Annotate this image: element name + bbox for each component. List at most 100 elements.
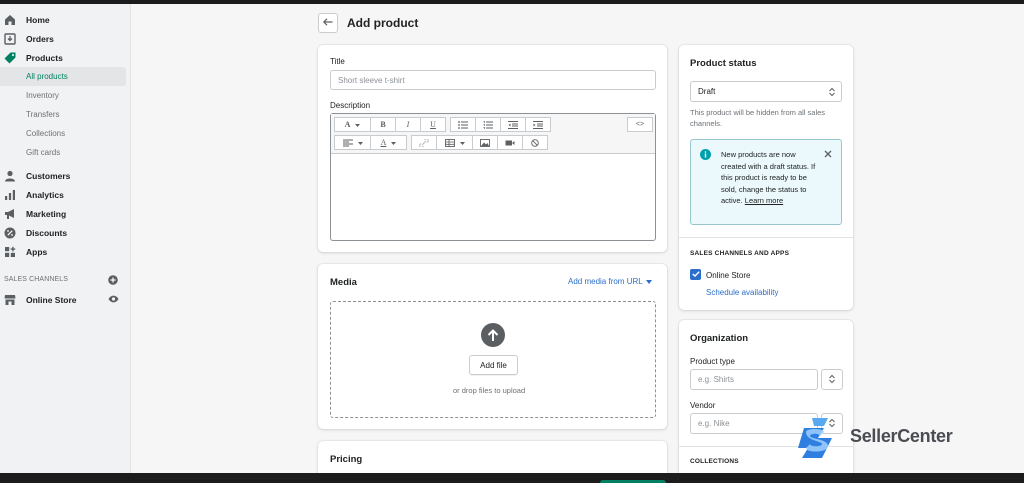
online-store-checkbox[interactable] [690,269,701,280]
pricing-title: Pricing [330,454,363,465]
sidebar-item-marketing[interactable]: Marketing [0,204,131,223]
font-letter: A [344,120,351,129]
card-divider [679,237,853,238]
sales-channels-apps-header: SALES CHANNELS AND APPS [690,250,790,257]
sidebar-item-label: Analytics [26,189,64,200]
add-media-label: Add media from URL [568,277,643,286]
italic-button[interactable]: I [395,117,421,132]
analytics-icon [4,189,16,201]
sidebar-item-products[interactable]: Products [0,48,131,67]
font-style-dropdown[interactable]: A [334,117,371,132]
add-file-button[interactable]: Add file [469,355,518,375]
title-input[interactable]: Short sleeve t-shirt [330,70,656,90]
sidebar-item-label: Marketing [26,208,67,219]
sidebar-item-orders[interactable]: Orders [0,29,131,48]
caret-down-icon [357,138,363,147]
underline-button[interactable]: U [420,117,446,132]
learn-more-link[interactable]: Learn more [745,196,783,205]
caret-down-icon [645,279,652,284]
link-button[interactable] [411,135,437,150]
bold-button[interactable]: B [370,117,396,132]
media-title: Media [330,277,357,288]
align-dropdown[interactable] [334,135,371,150]
product-type-select-button[interactable] [821,369,843,390]
code-view-button[interactable]: <> [627,117,653,132]
online-store-label: Online Store [706,271,751,280]
banner-message: New products are now created with a draf… [721,149,821,207]
outdent-button[interactable] [500,117,526,132]
orders-icon [4,32,16,45]
back-button[interactable] [318,13,338,33]
link-icon [419,138,429,147]
schedule-availability-link[interactable]: Schedule availability [706,288,779,297]
clear-formatting-button[interactable] [522,135,548,150]
eye-icon[interactable] [108,294,119,304]
sidebar-item-transfers[interactable]: Transfers [0,105,131,124]
checkmark-icon [691,270,700,279]
sidebar-item-all-products[interactable]: All products [0,67,126,86]
home-icon [4,14,16,26]
bold-icon: B [380,120,386,129]
status-select[interactable]: Draft [690,81,842,102]
table-dropdown[interactable] [436,135,473,150]
sidebar: Home Orders Products All products Invent… [0,4,131,473]
sidebar-item-label: All products [26,72,68,81]
sidebar-item-label: Discounts [26,227,68,238]
sidebar-item-label: Inventory [26,91,59,100]
indent-button[interactable] [525,117,551,132]
numbered-list-button[interactable] [475,117,501,132]
status-help-text: This product will be hidden from all sal… [690,108,826,128]
sidebar-item-home[interactable]: Home [0,10,131,29]
sidebar-item-label: Home [26,14,50,25]
text-color-dropdown[interactable]: A [370,135,407,150]
insert-video-button[interactable] [497,135,523,150]
arrow-left-icon [322,17,333,29]
sellercenter-watermark: SellerCenter [798,416,974,460]
underline-icon: U [430,120,436,129]
outdent-icon [508,120,518,129]
product-type-label: Product type [690,357,735,366]
bullet-list-icon [458,120,468,129]
description-label: Description [330,101,371,110]
store-icon [4,294,16,306]
numbered-list-icon [483,120,493,129]
collections-header: COLLECTIONS [690,458,739,465]
sidebar-item-inventory[interactable]: Inventory [0,86,131,105]
sidebar-item-label: Apps [26,246,48,257]
caret-down-icon [459,138,465,147]
sidebar-item-apps[interactable]: Apps [0,242,131,261]
bullet-list-button[interactable] [450,117,476,132]
apps-icon [4,246,16,258]
sidebar-item-label: Transfers [26,110,60,119]
tag-icon [4,52,16,64]
info-icon [700,149,711,160]
insert-image-button[interactable] [472,135,498,150]
clear-format-icon [530,138,540,147]
customers-icon [4,170,16,182]
sidebar-item-analytics[interactable]: Analytics [0,185,131,204]
add-media-from-url-link[interactable]: Add media from URL [568,277,652,286]
product-status-title: Product status [690,58,757,69]
sidebar-item-label: Customers [26,170,71,181]
sidebar-item-discounts[interactable]: Discounts [0,223,131,242]
close-icon[interactable] [824,150,832,158]
top-frame-bar [0,0,1024,4]
sidebar-item-gift-cards[interactable]: Gift cards [0,143,131,162]
drop-files-hint: or drop files to upload [453,386,526,395]
discount-icon [4,227,16,239]
image-icon [480,138,490,147]
bottom-save-bar [0,473,1024,483]
sidebar-item-collections[interactable]: Collections [0,124,131,143]
upload-icon [481,323,505,347]
add-channel-icon[interactable] [108,275,118,285]
select-arrows-icon [829,87,835,97]
watermark-text: SellerCenter [850,426,953,446]
text-color-icon: A [380,138,387,147]
product-type-input[interactable]: e.g. Shirts [690,369,818,390]
sidebar-item-label: Orders [26,33,54,44]
title-label: Title [330,57,345,66]
caret-down-icon [391,138,397,147]
description-editor[interactable]: A B I U <> A [330,113,656,241]
indent-icon [533,120,543,129]
sidebar-item-customers[interactable]: Customers [0,166,131,185]
